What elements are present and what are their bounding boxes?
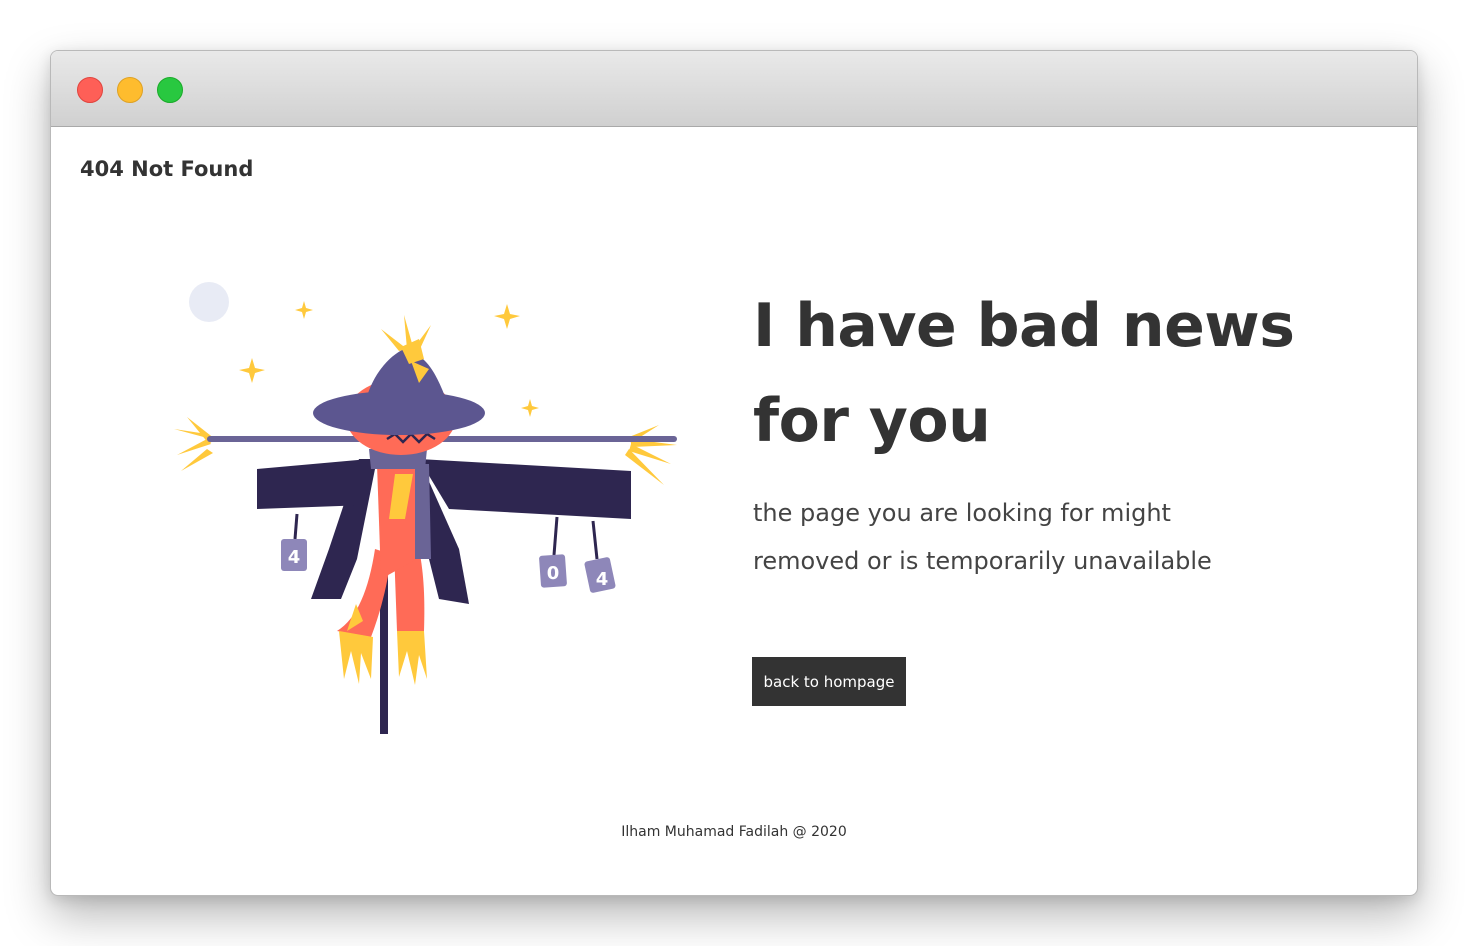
can-label: 4: [596, 569, 609, 590]
minimize-window-button[interactable]: [117, 77, 143, 103]
page-headline: I have bad news for you: [753, 291, 1295, 456]
maximize-window-button[interactable]: [157, 77, 183, 103]
can-label: 4: [288, 547, 301, 568]
close-window-button[interactable]: [77, 77, 103, 103]
window-titlebar: [51, 51, 1417, 127]
can-label: 0: [547, 563, 560, 584]
browser-window: 404 Not Found 4 0 4 I have bad news for …: [50, 50, 1418, 896]
footer-credit: Ilham Muhamad Fadilah @ 2020: [621, 824, 847, 840]
moon-icon: [189, 282, 229, 322]
scarecrow-illustration: 4 0 4: [174, 282, 677, 734]
error-description: the page you are looking for might remov…: [753, 499, 1212, 575]
site-brand[interactable]: 404 Not Found: [80, 157, 253, 181]
back-to-homepage-button[interactable]: back to hompage: [752, 657, 906, 706]
